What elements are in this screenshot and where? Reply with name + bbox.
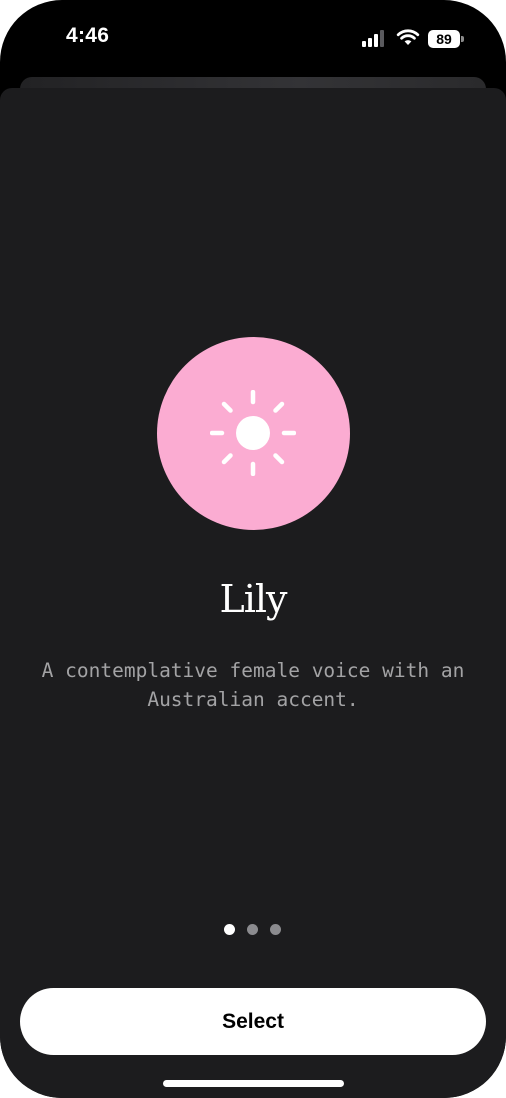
page-dot-1[interactable] (224, 924, 235, 935)
phone-screen: 4:46 89 Lily A contemplative female voic… (0, 0, 506, 1098)
battery-tip (461, 36, 464, 42)
home-indicator[interactable] (163, 1080, 344, 1087)
battery-level: 89 (428, 30, 460, 48)
select-button[interactable]: Select (20, 988, 486, 1055)
page-indicator[interactable] (224, 924, 284, 936)
battery-icon: 89 (428, 30, 464, 48)
voice-name: Lily (219, 577, 287, 621)
voice-description: A contemplative female voice with an Aus… (41, 659, 465, 711)
page-dot-3[interactable] (270, 924, 281, 935)
voice-avatar (157, 337, 350, 530)
wifi-icon (396, 29, 420, 45)
sun-icon (210, 390, 296, 476)
status-bar: 4:46 89 (0, 0, 506, 78)
page-dot-2[interactable] (247, 924, 258, 935)
signal-icon (362, 30, 384, 47)
status-time: 4:46 (66, 24, 110, 47)
